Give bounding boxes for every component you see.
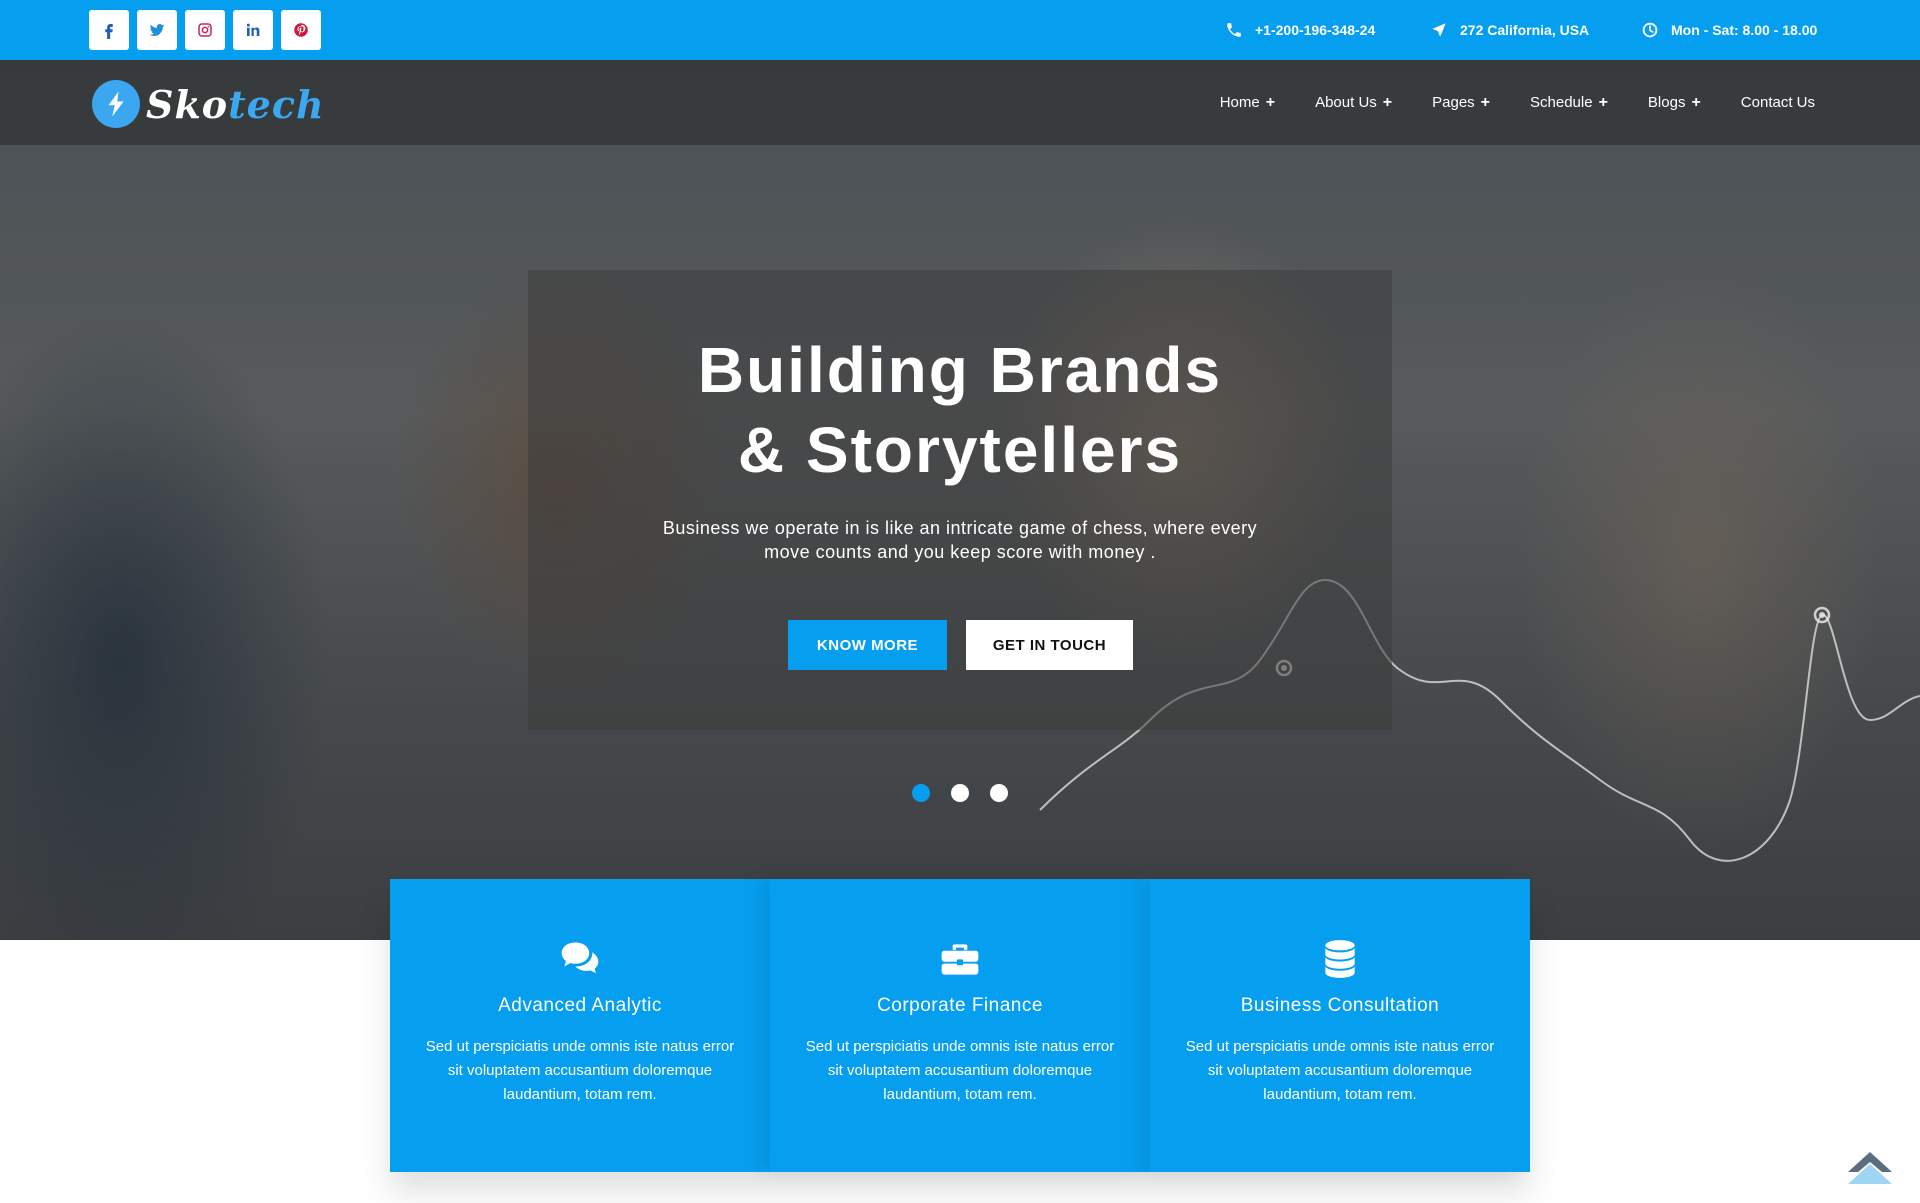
twitter-icon <box>149 24 165 37</box>
hero-title-line-2: & Storytellers <box>737 414 1183 486</box>
comments-icon <box>561 942 599 974</box>
slider-pagination <box>912 784 1008 802</box>
nav-label: Blogs <box>1647 94 1686 111</box>
clock-icon <box>1642 22 1658 38</box>
phone-text: +1-200-196-348-24 <box>1255 22 1376 38</box>
get-in-touch-button[interactable]: GET IN TOUCH <box>966 620 1133 670</box>
hero-title: Building Brands & Storytellers <box>528 330 1392 490</box>
hours-contact: Mon - Sat: 8.00 - 18.00 <box>1641 0 1817 60</box>
nav-item-about-us[interactable]: About Us + <box>1315 94 1392 112</box>
pinterest-link[interactable] <box>281 10 321 50</box>
slider-dot-1[interactable] <box>912 784 930 802</box>
top-bar: +1-200-196-348-24 272 California, USA Mo… <box>0 0 1920 60</box>
linkedin-icon <box>246 23 260 36</box>
card-icon-wrap <box>1150 937 1530 981</box>
instagram-icon <box>198 23 212 37</box>
pinterest-icon <box>294 23 308 37</box>
know-more-button[interactable]: KNOW MORE <box>788 620 947 670</box>
address-text: 272 California, USA <box>1460 22 1590 38</box>
plus-icon: + <box>1382 93 1393 111</box>
slider-dot-2[interactable] <box>951 784 969 802</box>
phone-icon <box>1227 23 1241 37</box>
scroll-to-top-icon[interactable] <box>1846 1150 1894 1190</box>
hero-section: Skotech Home + About Us + Pages + Schedule +… <box>0 60 1920 940</box>
facebook-link[interactable] <box>89 10 129 50</box>
card-text: Sed ut perspiciatis unde omnis iste natu… <box>425 1038 735 1103</box>
main-navbar: Skotech Home + About Us + Pages + Schedule +… <box>0 60 1920 145</box>
slider-dot-3[interactable] <box>990 784 1008 802</box>
plus-icon: + <box>1480 93 1491 111</box>
feature-card[interactable]: Advanced Analytic Sed ut perspiciatis un… <box>390 879 770 1172</box>
database-icon <box>1325 940 1355 978</box>
card-icon-wrap <box>390 937 770 981</box>
nav-label: Schedule <box>1530 94 1593 111</box>
brand-name: Skotech <box>146 82 325 127</box>
nav-item-home[interactable]: Home + <box>1220 94 1275 112</box>
card-text: Sed ut perspiciatis unde omnis iste natu… <box>805 1038 1115 1103</box>
plus-icon: + <box>1691 93 1701 111</box>
nav-item-blogs[interactable]: Blogs + <box>1648 94 1701 112</box>
main-nav: Home + About Us + Pages + Schedule + Blogs + … <box>1220 60 1815 145</box>
brand-name-part-1: Sko <box>146 81 229 127</box>
address-contact: 272 California, USA <box>1430 0 1589 60</box>
nav-item-schedule[interactable]: Schedule + <box>1530 94 1608 112</box>
twitter-link[interactable] <box>137 10 177 50</box>
plus-icon: + <box>1598 93 1608 111</box>
card-title: Advanced Analytic <box>498 995 662 1016</box>
brand-logo[interactable]: Skotech <box>92 80 325 128</box>
plus-icon: + <box>1265 93 1276 111</box>
brand-name-part-2: tech <box>228 81 325 127</box>
feature-card[interactable]: Corporate Finance Sed ut perspiciatis un… <box>770 879 1150 1172</box>
instagram-link[interactable] <box>185 10 225 50</box>
briefcase-icon <box>941 944 979 975</box>
hero-title-line-1: Building Brands <box>697 334 1223 406</box>
location-arrow-icon <box>1432 23 1446 37</box>
nav-item-pages[interactable]: Pages + <box>1432 94 1490 112</box>
linkedin-link[interactable] <box>233 10 273 50</box>
card-title: Business Consultation <box>1240 995 1440 1016</box>
nav-label: Home <box>1219 94 1260 111</box>
phone-contact[interactable]: +1-200-196-348-24 <box>1225 0 1375 60</box>
hero-subtitle: Business we operate in is like an intric… <box>662 518 1258 562</box>
card-text: Sed ut perspiciatis unde omnis iste natu… <box>1185 1038 1495 1103</box>
nav-item-contact-us[interactable]: Contact Us <box>1741 94 1815 111</box>
nav-label: About Us <box>1315 94 1377 111</box>
card-icon-wrap <box>770 937 1150 981</box>
social-links <box>89 10 321 50</box>
facebook-icon <box>105 24 113 39</box>
card-title: Corporate Finance <box>877 995 1043 1016</box>
feature-cards: Advanced Analytic Sed ut perspiciatis un… <box>390 879 1530 1172</box>
lightning-bolt-icon <box>92 80 140 128</box>
feature-card[interactable]: Business Consultation Sed ut perspiciati… <box>1150 879 1530 1172</box>
nav-label: Contact Us <box>1740 94 1815 111</box>
nav-label: Pages <box>1432 94 1475 111</box>
hours-text: Mon - Sat: 8.00 - 18.00 <box>1671 22 1818 38</box>
